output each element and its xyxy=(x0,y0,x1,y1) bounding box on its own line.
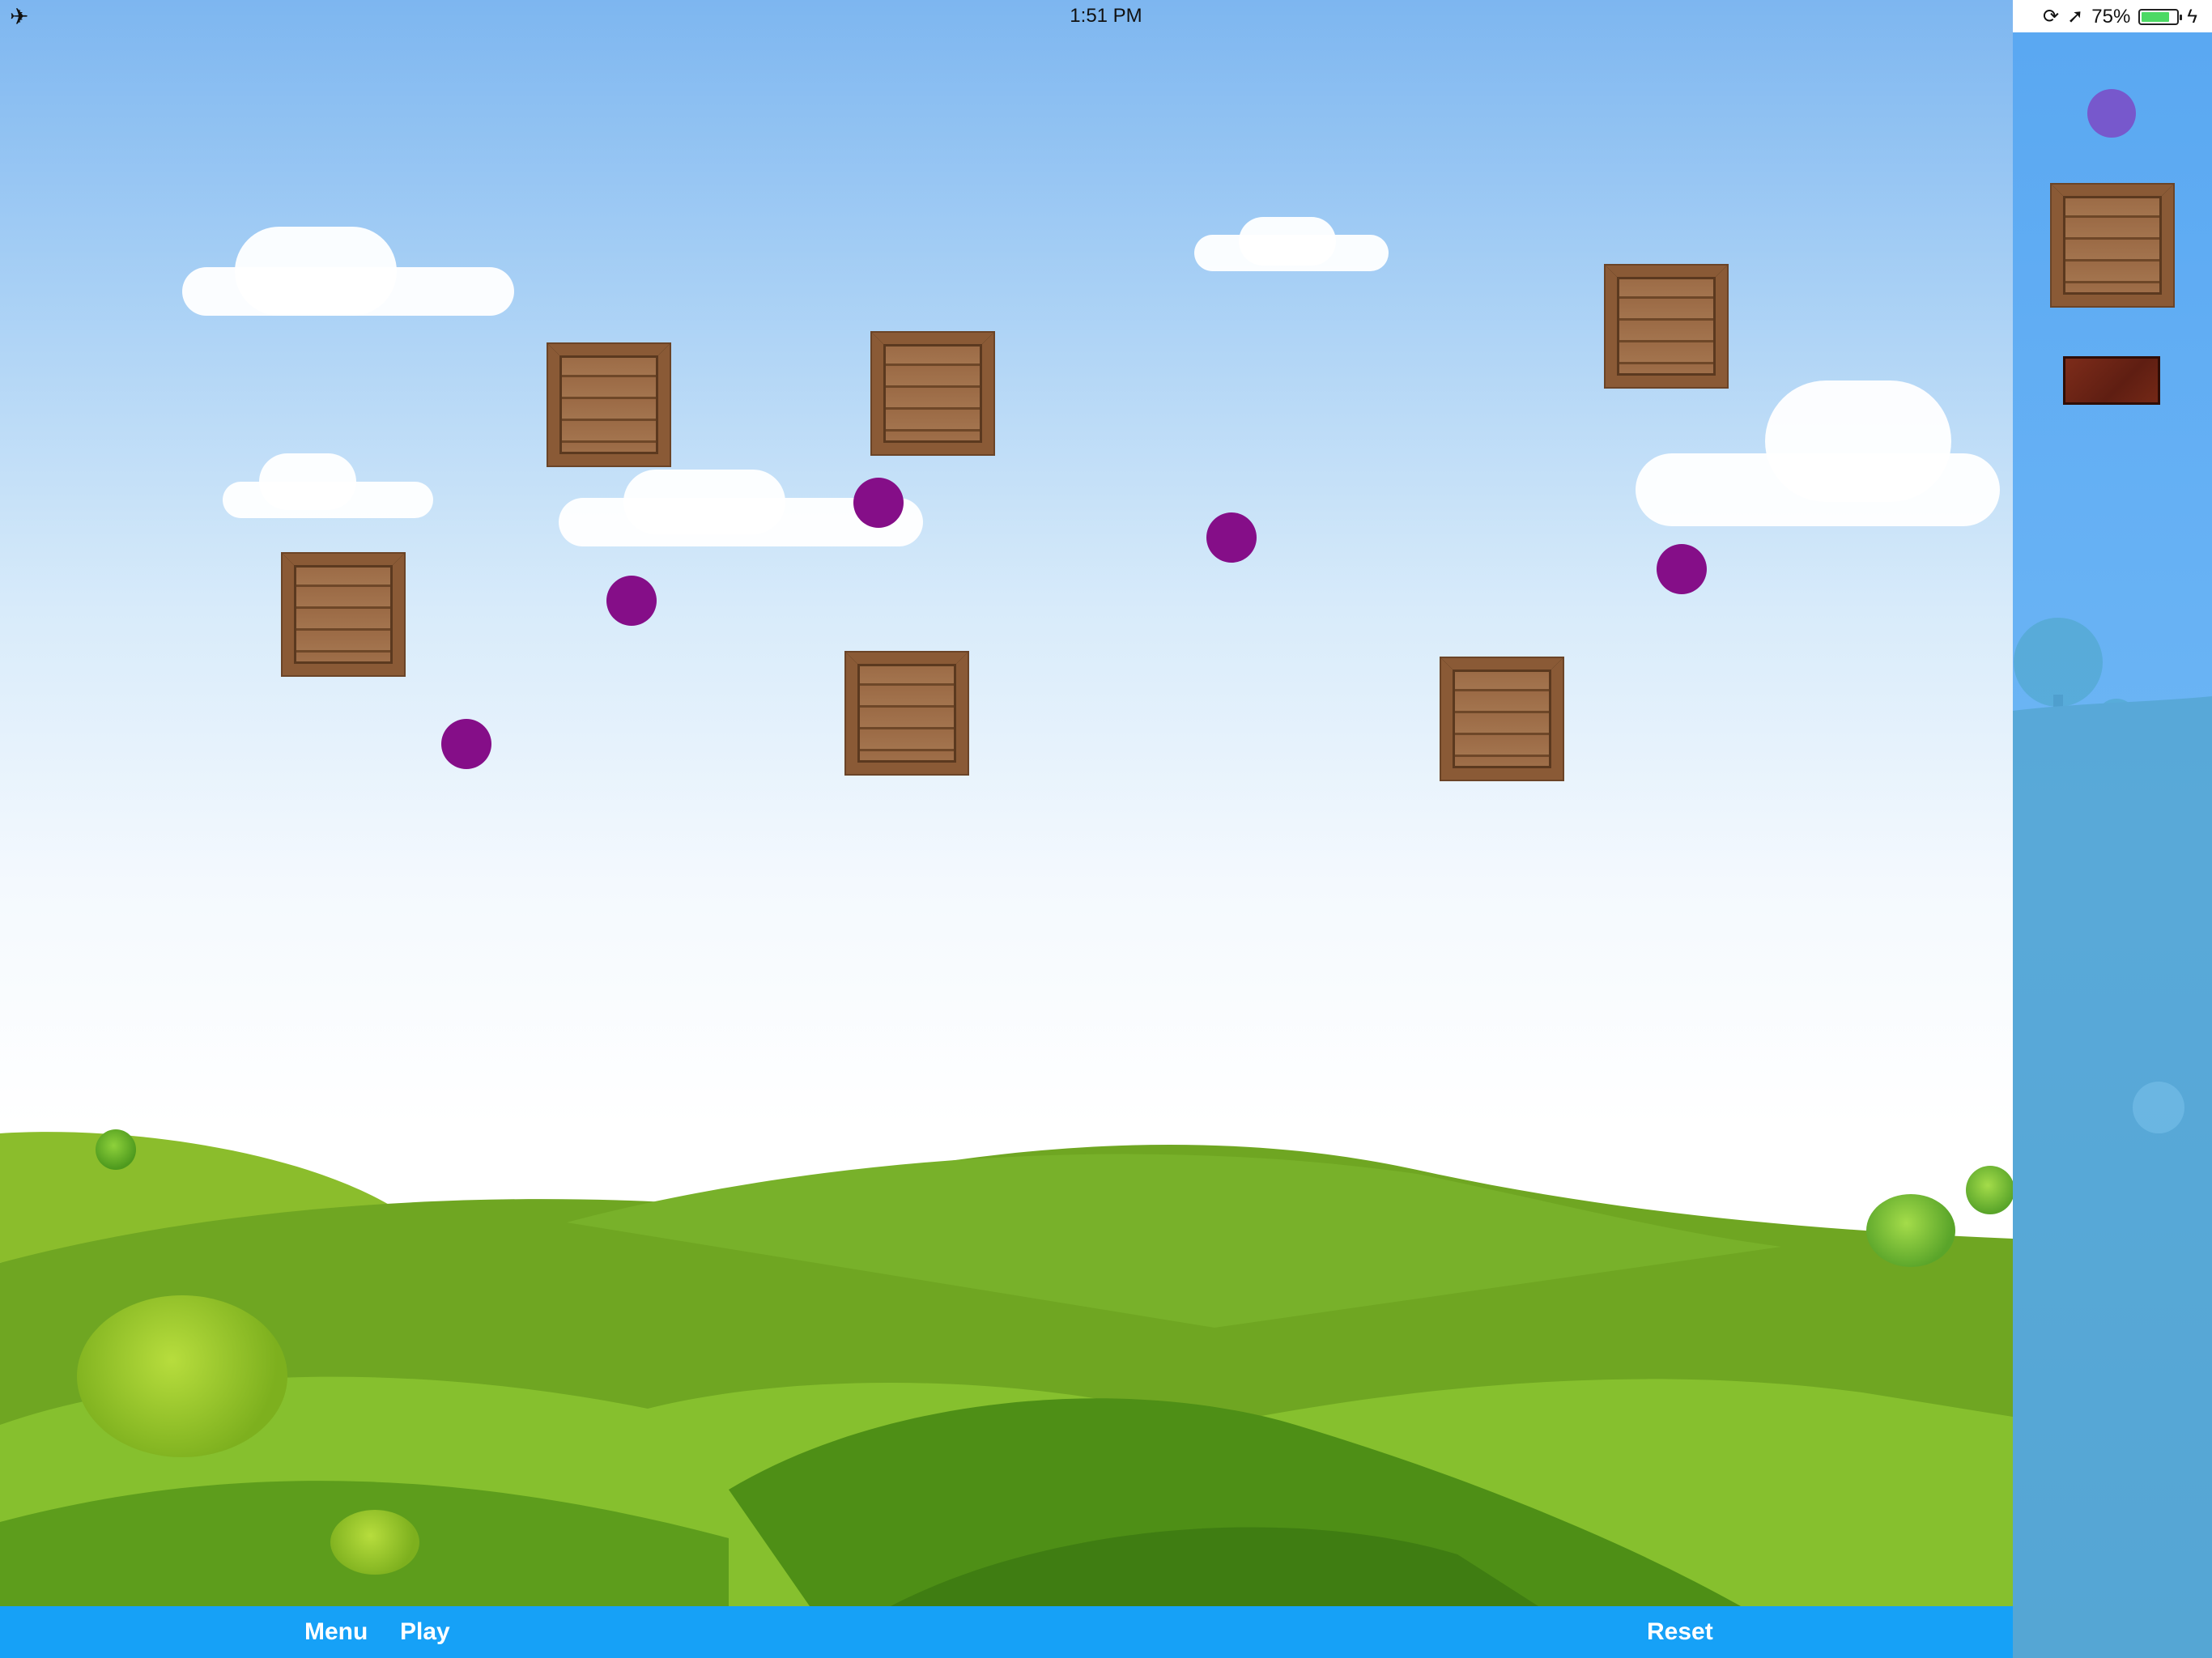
crate-tool[interactable] xyxy=(2052,185,2173,306)
crate[interactable] xyxy=(1441,658,1563,780)
charging-icon: ϟ xyxy=(2187,5,2197,28)
status-right: ⟳ ➚ 75% ϟ xyxy=(2043,5,2197,28)
bush xyxy=(77,1295,287,1457)
hills-background xyxy=(0,1132,2013,1606)
crate[interactable] xyxy=(283,554,404,675)
ball[interactable] xyxy=(853,478,904,528)
battery-icon xyxy=(2138,8,2183,25)
battery-percent: 75% xyxy=(2091,5,2131,28)
tree xyxy=(1966,1166,2013,1214)
location-icon: ➚ xyxy=(2067,6,2084,28)
bush xyxy=(96,1129,136,1170)
bush xyxy=(1866,1194,1955,1267)
bottom-toolbar: Menu Play Reset xyxy=(0,1606,2013,1658)
crate[interactable] xyxy=(872,333,993,454)
play-button[interactable]: Play xyxy=(0,1606,891,1658)
object-palette xyxy=(2013,32,2212,1658)
ball[interactable] xyxy=(1657,544,1707,594)
bush xyxy=(330,1510,419,1575)
game-scene[interactable] xyxy=(0,0,2013,1606)
ball[interactable] xyxy=(441,719,491,769)
ball[interactable] xyxy=(606,576,657,626)
sidebar-scenery xyxy=(2013,618,2212,1658)
crate[interactable] xyxy=(1606,266,1727,387)
orientation-lock-icon: ⟳ xyxy=(2043,6,2060,28)
brick-tool[interactable] xyxy=(2063,356,2160,405)
status-bar: ✈ 1:51 PM ⟳ ➚ 75% ϟ xyxy=(0,0,2212,32)
crate[interactable] xyxy=(548,344,670,466)
status-time: 1:51 PM xyxy=(1070,5,1142,27)
crate[interactable] xyxy=(846,653,968,774)
reset-button[interactable]: Reset xyxy=(1647,1606,1890,1658)
ball[interactable] xyxy=(1206,512,1257,563)
ball-tool[interactable] xyxy=(2087,89,2136,138)
